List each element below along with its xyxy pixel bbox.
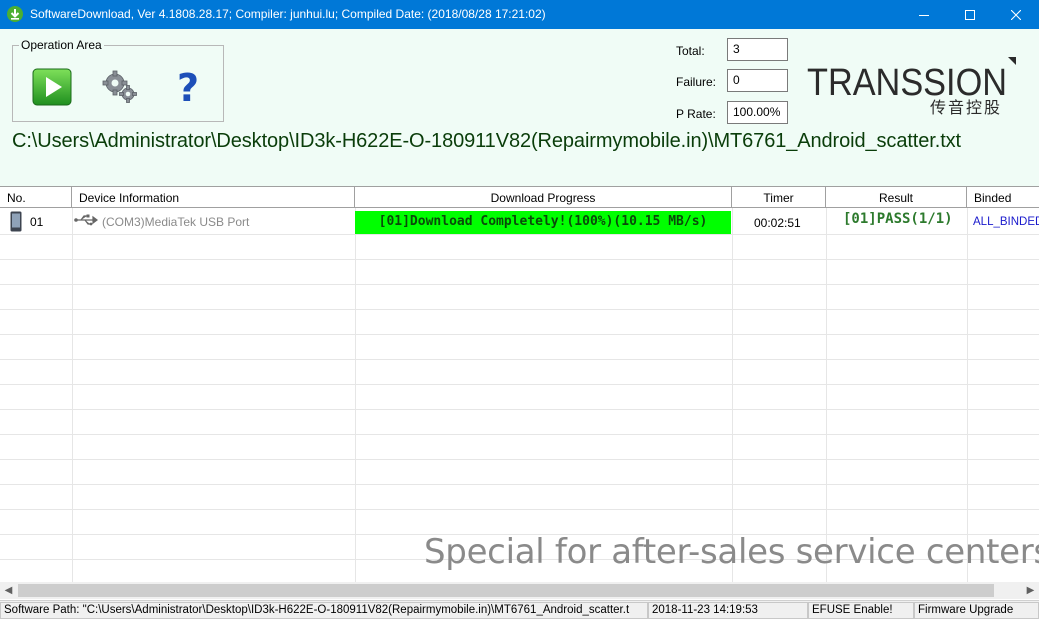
horizontal-scrollbar[interactable]: ◀ ▶ xyxy=(0,582,1039,599)
grid-line xyxy=(732,208,733,582)
settings-button[interactable] xyxy=(99,66,141,108)
row-separator xyxy=(0,384,1039,385)
column-header-device[interactable]: Device Information xyxy=(72,187,355,208)
status-mode: Firmware Upgrade xyxy=(914,602,1039,619)
device-info: (COM3)MediaTek USB Port xyxy=(102,215,250,229)
gear-icon xyxy=(102,70,137,103)
row-separator xyxy=(0,459,1039,460)
column-header-binded[interactable]: Binded xyxy=(967,187,1039,208)
column-header-timer[interactable]: Timer xyxy=(732,187,826,208)
help-button[interactable]: ? xyxy=(167,66,209,110)
row-separator xyxy=(0,259,1039,260)
row-separator xyxy=(0,234,1039,235)
column-header-progress[interactable]: Download Progress xyxy=(355,187,732,208)
usb-icon xyxy=(74,214,98,226)
title-bar: SoftwareDownload, Ver 4.1808.28.17; Comp… xyxy=(0,0,1039,29)
result-value: [01]PASS(1/1) xyxy=(843,211,953,227)
row-separator xyxy=(0,284,1039,285)
grid-line xyxy=(826,208,827,582)
start-button[interactable] xyxy=(31,66,73,108)
close-icon xyxy=(1011,9,1021,20)
row-separator xyxy=(0,309,1039,310)
row-separator xyxy=(0,509,1039,510)
download-progress-bar: [01]Download Completely!(100%)(10.15 MB/… xyxy=(355,211,731,234)
failure-label: Failure: xyxy=(676,75,717,89)
row-separator xyxy=(0,434,1039,435)
scatter-file-path: C:\Users\Administrator\Desktop\ID3k-H622… xyxy=(12,130,962,152)
status-efuse: EFUSE Enable! xyxy=(808,602,914,619)
binded-value: ALL_BINDED xyxy=(973,216,1039,228)
device-list[interactable]: No. Device Information Download Progress… xyxy=(0,186,1039,582)
scrollbar-thumb[interactable] xyxy=(18,584,994,597)
transsion-logo: TRANSSION 传音控股 xyxy=(806,55,1021,117)
minimize-button[interactable] xyxy=(901,0,947,29)
download-progress-text: [01]Download Completely!(100%)(10.15 MB/… xyxy=(378,214,708,229)
row-separator xyxy=(0,484,1039,485)
maximize-button[interactable] xyxy=(947,0,993,29)
window-title: SoftwareDownload, Ver 4.1808.28.17; Comp… xyxy=(30,7,546,21)
grid-line xyxy=(355,208,356,582)
status-bar: Software Path: "C:\Users\Administrator\D… xyxy=(0,600,1039,619)
help-icon: ? xyxy=(177,66,199,110)
logo-chinese-text: 传音控股 xyxy=(930,98,1002,117)
control-panel: Operation Area ? Total: 3 Failure: 0 P R… xyxy=(0,29,1039,186)
prate-field[interactable]: 100.00% xyxy=(727,101,788,124)
timer-value: 00:02:51 xyxy=(754,216,801,230)
download-arrow-icon[interactable] xyxy=(7,6,23,22)
prate-label: P Rate: xyxy=(676,107,716,121)
row-separator xyxy=(0,409,1039,410)
grid-line xyxy=(967,208,968,582)
row-number: 01 xyxy=(30,215,44,229)
minimize-icon xyxy=(919,14,929,16)
row-separator xyxy=(0,334,1039,335)
play-icon xyxy=(32,68,72,106)
status-datetime: 2018-11-23 14:19:53 xyxy=(648,602,808,619)
maximize-icon xyxy=(965,9,975,20)
operation-area-legend: Operation Area xyxy=(19,38,104,52)
column-header-no[interactable]: No. xyxy=(0,187,72,208)
phone-icon xyxy=(10,211,22,232)
status-software-path: Software Path: "C:\Users\Administrator\D… xyxy=(0,602,648,619)
failure-field[interactable]: 0 xyxy=(727,69,788,92)
total-field[interactable]: 3 xyxy=(727,38,788,61)
row-separator xyxy=(0,359,1039,360)
svg-text:?: ? xyxy=(177,66,199,108)
operation-area: Operation Area ? xyxy=(12,38,224,122)
close-button[interactable] xyxy=(993,0,1039,29)
watermark-text: Special for after-sales service centers xyxy=(424,532,1039,572)
column-header-result[interactable]: Result xyxy=(826,187,967,208)
scroll-left-icon[interactable]: ◀ xyxy=(0,582,17,599)
grid-line xyxy=(72,208,73,582)
total-label: Total: xyxy=(676,44,705,58)
scroll-right-icon[interactable]: ▶ xyxy=(1022,582,1039,599)
